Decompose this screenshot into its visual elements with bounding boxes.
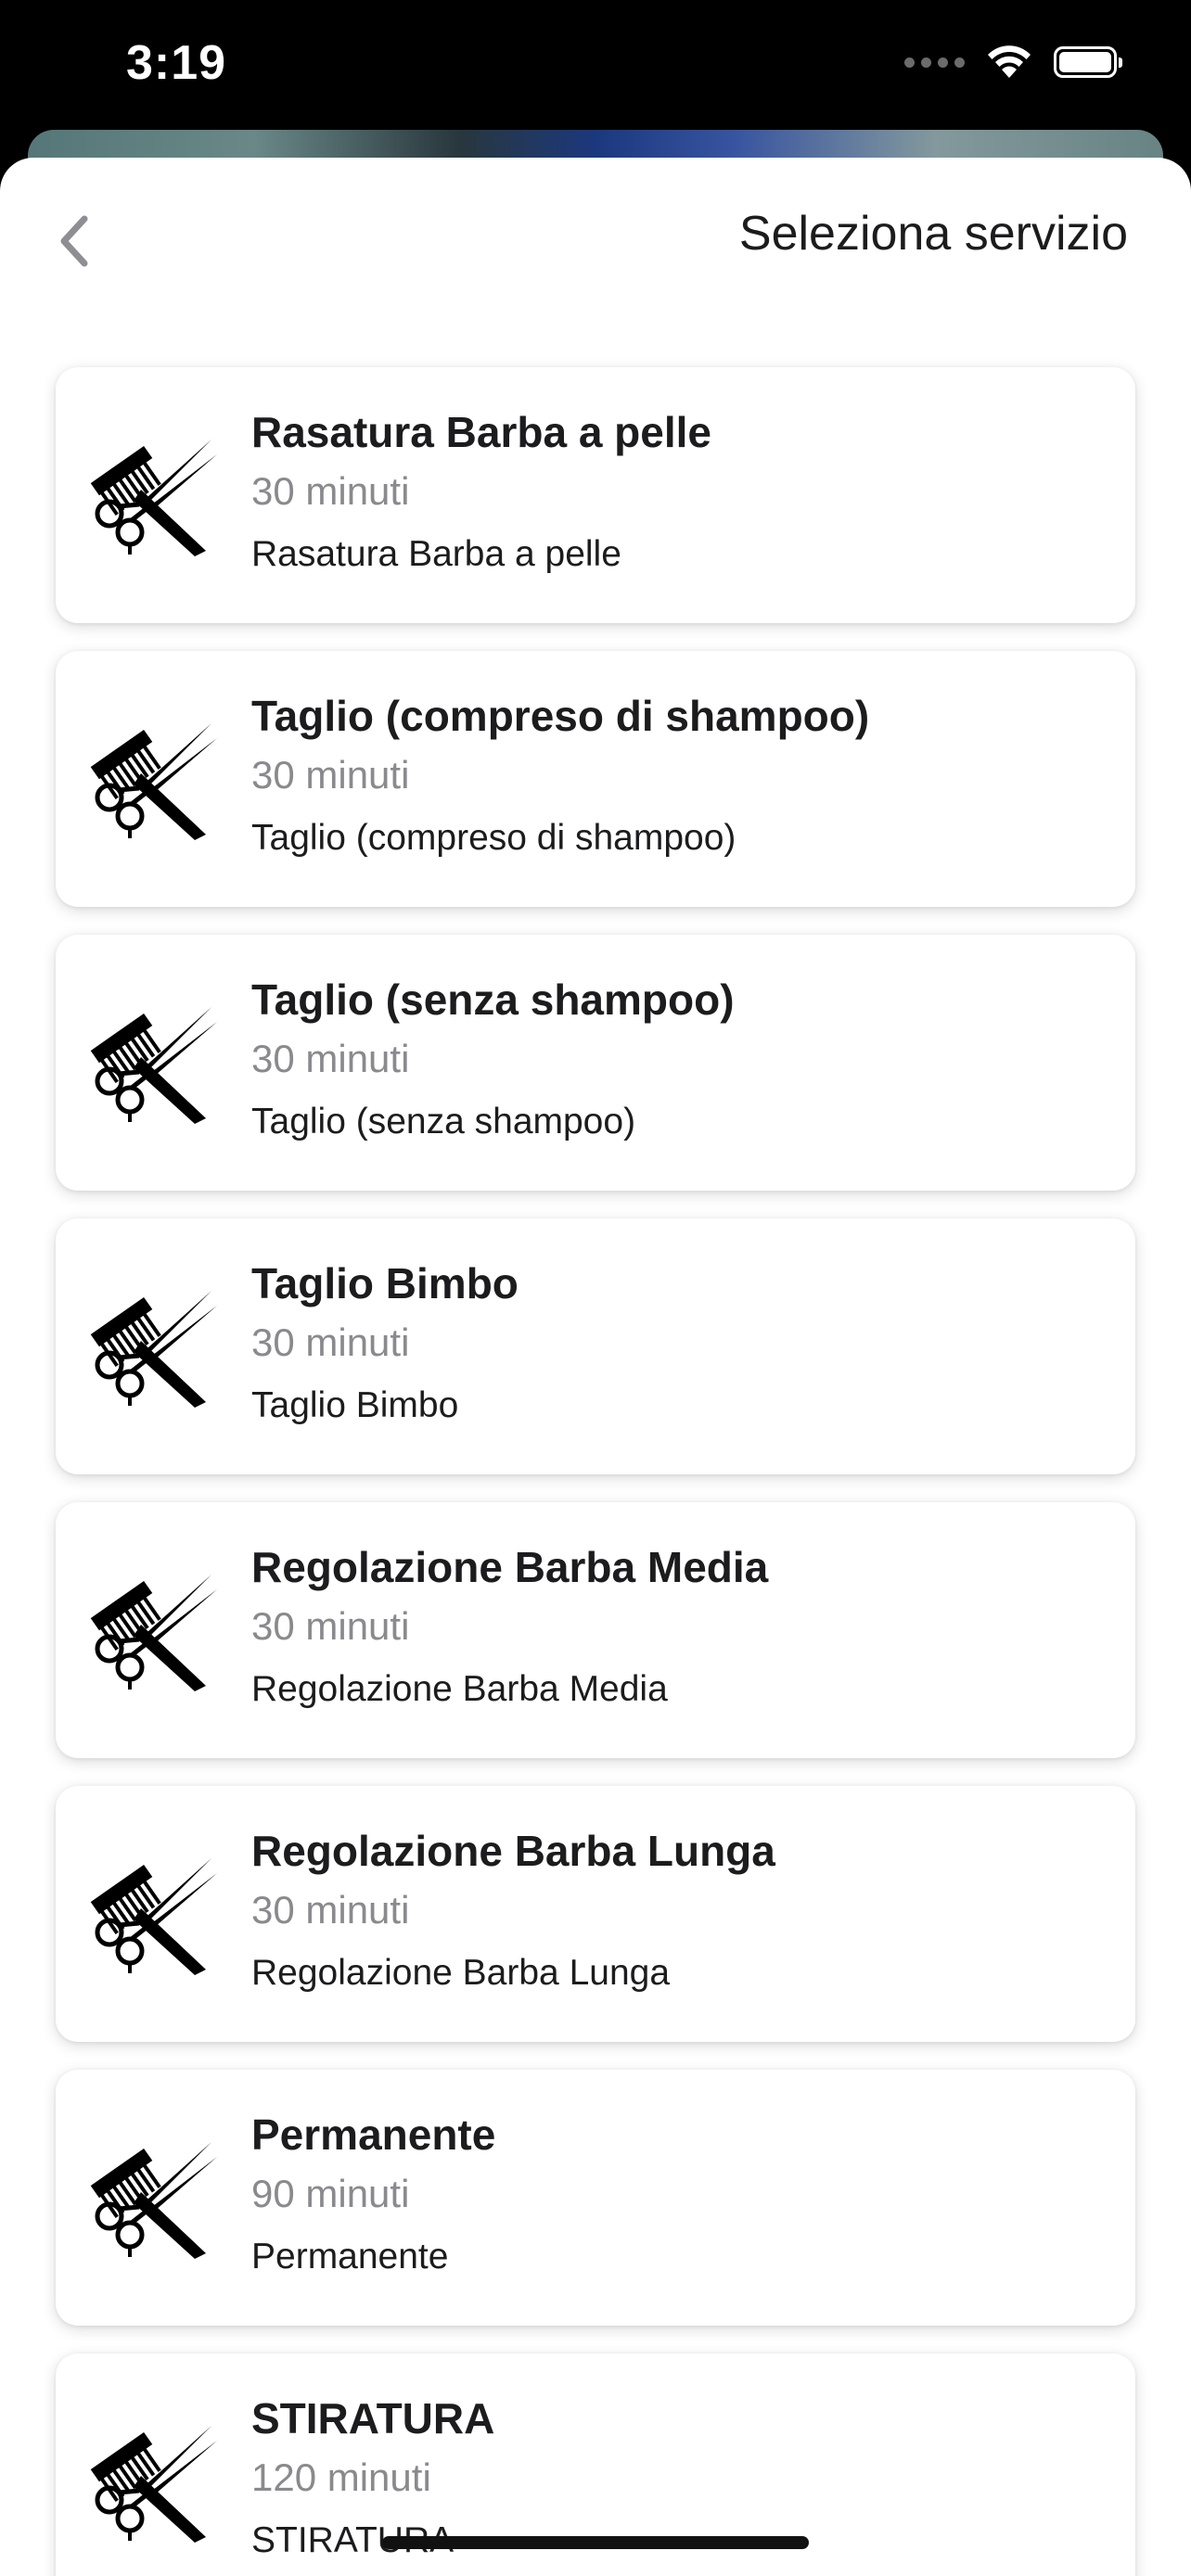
service-title: STIRATURA bbox=[251, 2394, 495, 2442]
service-duration: 30 minuti bbox=[251, 1037, 410, 1080]
chevron-left-icon bbox=[60, 215, 88, 267]
service-description: Regolazione Barba Media bbox=[251, 1669, 668, 1709]
barber-scissors-comb-icon bbox=[90, 1291, 217, 1408]
service-duration: 30 minuti bbox=[251, 469, 410, 513]
back-button[interactable] bbox=[46, 204, 102, 278]
service-card[interactable]: Regolazione Barba Lunga 30 minuti Regola… bbox=[56, 1786, 1135, 2042]
service-card[interactable]: Permanente 90 minuti Permanente bbox=[56, 2070, 1135, 2326]
service-title: Rasatura Barba a pelle bbox=[251, 408, 712, 456]
service-duration: 90 minuti bbox=[251, 2172, 410, 2215]
service-description: Taglio (senza shampoo) bbox=[251, 1102, 636, 1141]
service-list: Rasatura Barba a pelle 30 minuti Rasatur… bbox=[56, 367, 1135, 2576]
service-description: Rasatura Barba a pelle bbox=[251, 534, 621, 574]
service-description: Taglio Bimbo bbox=[251, 1385, 459, 1425]
service-title: Taglio Bimbo bbox=[251, 1259, 519, 1307]
service-duration: 30 minuti bbox=[251, 753, 410, 797]
status-time: 3:19 bbox=[126, 36, 227, 90]
barber-scissors-comb-icon bbox=[90, 440, 217, 556]
service-text: Taglio (senza shampoo) 30 minuti Taglio … bbox=[251, 970, 1108, 1148]
service-card[interactable]: Taglio (senza shampoo) 30 minuti Taglio … bbox=[56, 935, 1135, 1191]
service-text: Regolazione Barba Lunga 30 minuti Regola… bbox=[251, 1821, 1108, 1999]
barber-scissors-comb-icon bbox=[90, 1007, 217, 1124]
home-indicator bbox=[382, 2536, 809, 2549]
service-duration: 120 minuti bbox=[251, 2455, 431, 2499]
service-text: Regolazione Barba Media 30 minuti Regola… bbox=[251, 1537, 1108, 1715]
service-title: Regolazione Barba Lunga bbox=[251, 1827, 775, 1875]
barber-scissors-comb-icon bbox=[90, 1575, 217, 1691]
barber-scissors-comb-icon bbox=[90, 1858, 217, 1975]
service-selection-sheet: Seleziona servizio Rasatura Barba a pell… bbox=[0, 158, 1191, 2576]
battery-icon bbox=[1054, 46, 1122, 78]
page-title: Seleziona servizio bbox=[738, 207, 1128, 261]
service-duration: 30 minuti bbox=[251, 1888, 410, 1932]
wifi-icon bbox=[988, 45, 1031, 78]
service-description: Taglio (compreso di shampoo) bbox=[251, 818, 736, 858]
service-description: Permanente bbox=[251, 2237, 449, 2276]
barber-scissors-comb-icon bbox=[90, 2142, 217, 2259]
service-text: Taglio Bimbo 30 minuti Taglio Bimbo bbox=[251, 1254, 1108, 1432]
service-title: Taglio (compreso di shampoo) bbox=[251, 692, 870, 740]
service-card[interactable]: Taglio Bimbo 30 minuti Taglio Bimbo bbox=[56, 1218, 1135, 1474]
nav-bar: Seleziona servizio bbox=[0, 158, 1191, 315]
service-description: Regolazione Barba Lunga bbox=[251, 1953, 671, 1993]
service-title: Regolazione Barba Media bbox=[251, 1543, 769, 1591]
service-text: Permanente 90 minuti Permanente bbox=[251, 2105, 1108, 2283]
service-text: Rasatura Barba a pelle 30 minuti Rasatur… bbox=[251, 402, 1108, 580]
service-duration: 30 minuti bbox=[251, 1320, 410, 1364]
cellular-signal-icon bbox=[904, 57, 965, 68]
service-duration: 30 minuti bbox=[251, 1604, 410, 1648]
service-card[interactable]: Rasatura Barba a pelle 30 minuti Rasatur… bbox=[56, 367, 1135, 623]
app-screen: 3:19 Seleziona servizio Rasatura Barba a… bbox=[0, 0, 1191, 2576]
service-title: Permanente bbox=[251, 2111, 496, 2159]
barber-scissors-comb-icon bbox=[90, 723, 217, 840]
status-bar: 3:19 bbox=[0, 0, 1191, 139]
service-text: Taglio (compreso di shampoo) 30 minuti T… bbox=[251, 686, 1108, 864]
status-icons bbox=[904, 45, 1122, 80]
service-card[interactable]: Regolazione Barba Media 30 minuti Regola… bbox=[56, 1502, 1135, 1758]
service-card[interactable]: Taglio (compreso di shampoo) 30 minuti T… bbox=[56, 651, 1135, 907]
barber-scissors-comb-icon bbox=[90, 2426, 217, 2543]
service-title: Taglio (senza shampoo) bbox=[251, 976, 735, 1024]
